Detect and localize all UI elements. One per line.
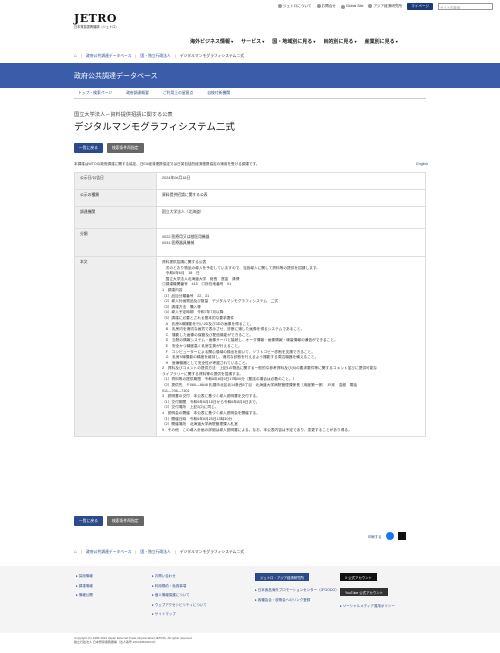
breadcrumb-sep-icon: | xyxy=(81,54,83,58)
breadcrumb-item[interactable]: 国・独立行政法人 xyxy=(140,550,170,555)
mail-icon xyxy=(316,4,321,9)
breadcrumb-current: デジタルマンモグラフィシステム二式 xyxy=(179,549,245,554)
facebook-icon[interactable] xyxy=(385,532,394,540)
breadcrumb-bottom: ⌂ | 政府公共調達データベース | 国・独立行政法人 | デジタルマンモグラフ… xyxy=(74,549,244,555)
breadcrumb-current: デジタルマンモグラフィシステム二式 xyxy=(179,53,245,58)
row-label: 調達機関 xyxy=(74,206,157,229)
breadcrumb-item[interactable]: 国・独立行政法人 xyxy=(140,54,170,59)
sub-nav: トップ・検索ページ 政府調達概要 ご利用上の留意点 自検付新機関 xyxy=(78,91,230,96)
footer: 採用情報 調達情報 情報公開 お問い合わせ 利用規約・免責事項 個人情報保護につ… xyxy=(0,566,500,633)
utility-bar: ジェトロについて お問合せ Global Site アジア経済研究所 マイページ… xyxy=(277,3,493,10)
util-link-global[interactable]: Global Site xyxy=(340,4,363,9)
divider xyxy=(74,98,426,99)
footer-col-3: 日本食品海外プロモーションセンター（JFOODO） 各種会合・説明会へのリンク登… xyxy=(255,588,339,607)
building-icon xyxy=(368,4,373,9)
breadcrumb-sep-icon: | xyxy=(81,550,83,554)
notice-table: 公示日/公告日 2024年06月18日 公示の種類 資料提供招請に関する公表 調… xyxy=(74,172,426,438)
breadcrumb: ⌂ | 政府公共調達データベース | 国・独立行政法人 | デジタルマンモグラフ… xyxy=(74,53,244,59)
row-label: 本文 xyxy=(74,255,157,438)
row-label: 公示日/公告日 xyxy=(74,172,157,190)
nav-country[interactable]: 国・地域別に見る xyxy=(272,38,315,45)
globe-icon xyxy=(340,4,345,9)
footer-link[interactable]: ウェブアクセシビリティについて xyxy=(152,603,207,608)
footer-youtube-button[interactable]: YouTube 公式アカウント xyxy=(340,588,388,596)
page-pretitle: 国立大学法人－資料提供招請に関する公表 xyxy=(74,112,173,118)
row-label: 公示の種類 xyxy=(74,189,157,207)
button-row-bottom: 一覧に戻る 検索条件再指定 xyxy=(74,516,144,526)
notice-body: 資料提供招請に関する公表 次のとおり物品の導入を予定していますので、当該導入に関… xyxy=(162,260,420,433)
body-line: 5 その他 この導入計画の詳細は導入説明書による。なお、本公表内容は予定であり、… xyxy=(162,427,352,432)
breadcrumb-item[interactable]: 政府公共調達データベース xyxy=(86,550,131,555)
back-to-list-button[interactable]: 一覧に戻る xyxy=(74,143,103,153)
breadcrumb-item[interactable]: 政府公共調達データベース xyxy=(86,54,131,59)
research-button[interactable]: 検索条件再指定 xyxy=(106,143,144,153)
section-title: 政府公共調達データベース xyxy=(74,73,158,80)
footer-col-1: 採用情報 調達情報 情報公開 xyxy=(76,574,93,603)
wto-note: 本調達はWTOの政府調達に関する協定、日EU経済連携協定又は日英包括的経済連携協… xyxy=(74,162,260,166)
footer-link[interactable]: お問い合わせ xyxy=(152,574,207,579)
footer-link[interactable]: 日本食品海外プロモーションセンター（JFOODO） xyxy=(255,588,339,593)
footer-link[interactable]: サイトマップ xyxy=(152,612,207,617)
jetro-logo[interactable]: JETRO 日本貿易振興機構（ジェトロ） xyxy=(74,12,119,29)
footer-x-button[interactable]: X 公式アカウント xyxy=(340,573,377,581)
row-value: 2024年06月18日 xyxy=(156,172,426,190)
footer-link[interactable]: 利用規約・免責事項 xyxy=(152,584,207,589)
subnav-agencies[interactable]: 自検付新機関 xyxy=(207,91,230,96)
footer-link[interactable]: 個人情報保護について xyxy=(152,593,207,598)
main-nav: 海外ビジネス情報 サービス 国・地域別に見る 目的別に見る 産業別に見る xyxy=(190,38,398,45)
subnav-notes[interactable]: ご利用上の留意点 xyxy=(163,91,193,96)
footer-link[interactable]: 採用情報 xyxy=(76,574,93,579)
footer-link[interactable]: 情報公開 xyxy=(76,593,93,598)
footer-link[interactable]: ソーシャルメディア運用ポリシー xyxy=(340,604,395,609)
subnav-overview[interactable]: 政府調達概要 xyxy=(126,91,149,96)
breadcrumb-sep-icon: | xyxy=(174,54,176,58)
table-row: 本文 資料提供招請に関する公表 次のとおり物品の導入を予定していますので、当該導… xyxy=(74,255,426,438)
table-row: 公示の種類 資料提供招請に関する公表 xyxy=(74,189,426,207)
search-input[interactable]: サイト内検索 xyxy=(438,3,493,10)
util-link-ide[interactable]: アジア経済研究所 xyxy=(368,4,402,9)
nav-purpose[interactable]: 目的別に見る xyxy=(323,38,356,45)
home-icon[interactable]: ⌂ xyxy=(74,549,77,555)
util-link-contact[interactable]: お問合せ xyxy=(316,4,336,9)
section-band: 政府公共調達データベース xyxy=(0,63,500,88)
nav-service[interactable]: サービス xyxy=(241,38,264,45)
english-link[interactable]: English xyxy=(416,162,428,166)
back-to-list-button[interactable]: 一覧に戻る xyxy=(74,516,103,526)
row-value: 0022 医療用又は獣医用機器 0031 医療器具機械 xyxy=(156,228,426,257)
footer-col-4: ソーシャルメディア運用ポリシー xyxy=(340,604,395,614)
footer-link[interactable]: 調達情報 xyxy=(76,584,93,589)
research-button[interactable]: 検索条件再指定 xyxy=(106,516,144,526)
nav-overseas[interactable]: 海外ビジネス情報 xyxy=(190,38,233,45)
address-text: 独立行政法人 日本貿易振興機構（法人番号 2010405002043） xyxy=(74,640,158,644)
print-link[interactable]: 印刷する xyxy=(368,534,382,539)
nav-industry[interactable]: 産業別に見る xyxy=(365,38,398,45)
button-row-top: 一覧に戻る 検索条件再指定 xyxy=(74,143,144,153)
table-row: 公示日/公告日 2024年06月18日 xyxy=(74,172,426,190)
util-link-about[interactable]: ジェトロについて xyxy=(277,4,312,9)
footer-col-2: お問い合わせ 利用規約・免責事項 個人情報保護について ウェブアクセシビリティに… xyxy=(152,574,207,622)
footer-ide-button[interactable]: ジェトロ・アジア経済研究所 xyxy=(255,573,309,581)
footer-link[interactable]: 各種会合・説明会へのリンク登録 xyxy=(255,598,339,603)
subnav-top[interactable]: トップ・検索ページ xyxy=(78,91,112,96)
copyright: Copyright (C) 1995-2024 Japan External T… xyxy=(74,636,192,644)
row-label: 分類 xyxy=(74,228,157,257)
table-row: 調達機関 国立大学法人（北海道） xyxy=(74,206,426,229)
row-value: 資料提供招請に関する公表 次のとおり物品の導入を予定していますので、当該導入に関… xyxy=(156,255,426,438)
row-value: 資料提供招請に関する公表 xyxy=(156,189,426,207)
share-bar: 印刷する xyxy=(368,532,406,540)
row-value: 国立大学法人（北海道） xyxy=(156,206,426,229)
table-row: 分類 0022 医療用又は獣医用機器 0031 医療器具機械 xyxy=(74,228,426,257)
breadcrumb-sep-icon: | xyxy=(135,54,137,58)
logo-subtitle: 日本貿易振興機構（ジェトロ） xyxy=(74,25,119,29)
x-icon[interactable] xyxy=(397,532,406,540)
breadcrumb-sep-icon: | xyxy=(174,550,176,554)
breadcrumb-sep-icon: | xyxy=(135,550,137,554)
mypage-button[interactable]: マイページ xyxy=(407,3,433,10)
page-title: デジタルマンモグラフィシステム二式 xyxy=(74,122,235,133)
info-icon xyxy=(277,4,282,9)
home-icon[interactable]: ⌂ xyxy=(74,53,77,59)
